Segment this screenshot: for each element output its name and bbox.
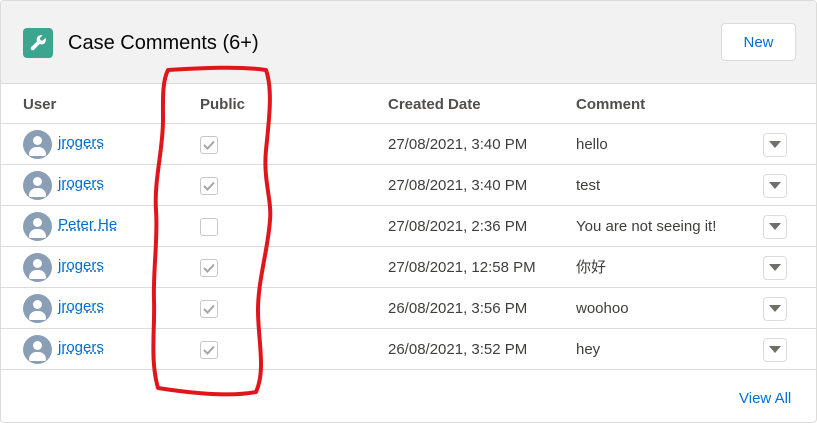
checkmark-icon [203,263,215,273]
chevron-down-icon [769,141,781,148]
avatar-icon[interactable] [23,294,52,323]
table-row: Peter He 27/08/2021, 2:36 PM You are not… [1,206,816,247]
avatar-icon[interactable] [23,171,52,200]
public-checkbox [200,259,218,277]
comment-cell: hey [576,341,601,358]
column-header-comment[interactable]: Comment [576,96,645,114]
row-actions-button[interactable] [763,133,787,157]
user-link[interactable]: jrogers [58,134,104,152]
comment-cell: woohoo [576,300,629,317]
created-date-cell: 26/08/2021, 3:56 PM [388,300,528,317]
column-header-created-date[interactable]: Created Date [388,96,481,114]
checkmark-icon [203,345,215,355]
chevron-down-icon [769,305,781,312]
table-row: jrogers 27/08/2021, 12:58 PM 你好 [1,247,816,288]
table-row: jrogers 27/08/2021, 3:40 PM hello [1,124,816,165]
public-checkbox [200,341,218,359]
comment-cell: You are not seeing it! [576,218,717,235]
chevron-down-icon [769,182,781,189]
comment-cell: hello [576,136,608,153]
comment-cell: test [576,177,601,194]
row-actions-button[interactable] [763,256,787,280]
user-link[interactable]: jrogers [58,339,104,357]
new-comment-button[interactable]: New [721,23,796,61]
checkmark-icon [203,140,215,150]
public-checkbox [200,218,218,236]
table-header: User Public Created Date Comment [1,84,816,124]
public-checkbox [200,300,218,318]
user-link[interactable]: Peter He [58,216,117,234]
created-date-cell: 27/08/2021, 12:58 PM [388,259,536,276]
public-checkbox [200,177,218,195]
checkmark-icon [203,304,215,314]
chevron-down-icon [769,223,781,230]
chevron-down-icon [769,346,781,353]
avatar-icon[interactable] [23,130,52,159]
user-link[interactable]: jrogers [58,257,104,275]
created-date-cell: 27/08/2021, 3:40 PM [388,136,528,153]
table-row: jrogers 27/08/2021, 3:40 PM test [1,165,816,206]
avatar-icon[interactable] [23,253,52,282]
table-row: jrogers 26/08/2021, 3:56 PM woohoo [1,288,816,329]
card-title: Case Comments (6+) [68,32,259,54]
checkmark-icon [203,181,215,191]
row-actions-button[interactable] [763,297,787,321]
created-date-cell: 27/08/2021, 3:40 PM [388,177,528,194]
avatar-icon[interactable] [23,335,52,364]
comment-cell: 你好 [576,259,607,276]
table-row: jrogers 26/08/2021, 3:52 PM hey [1,329,816,370]
column-header-public[interactable]: Public [200,96,245,114]
created-date-cell: 27/08/2021, 2:36 PM [388,218,528,235]
created-date-cell: 26/08/2021, 3:52 PM [388,341,528,358]
row-actions-button[interactable] [763,174,787,198]
public-checkbox [200,136,218,154]
card-header: Case Comments (6+) New [1,1,816,84]
column-header-user[interactable]: User [23,96,56,114]
avatar-icon[interactable] [23,212,52,241]
case-comments-card: Case Comments (6+) New User Public Creat… [0,0,817,423]
user-link[interactable]: jrogers [58,298,104,316]
row-actions-button[interactable] [763,215,787,239]
chevron-down-icon [769,264,781,271]
wrench-icon [23,28,53,58]
user-link[interactable]: jrogers [58,175,104,193]
row-actions-button[interactable] [763,338,787,362]
view-all-link[interactable]: View All [739,390,791,408]
